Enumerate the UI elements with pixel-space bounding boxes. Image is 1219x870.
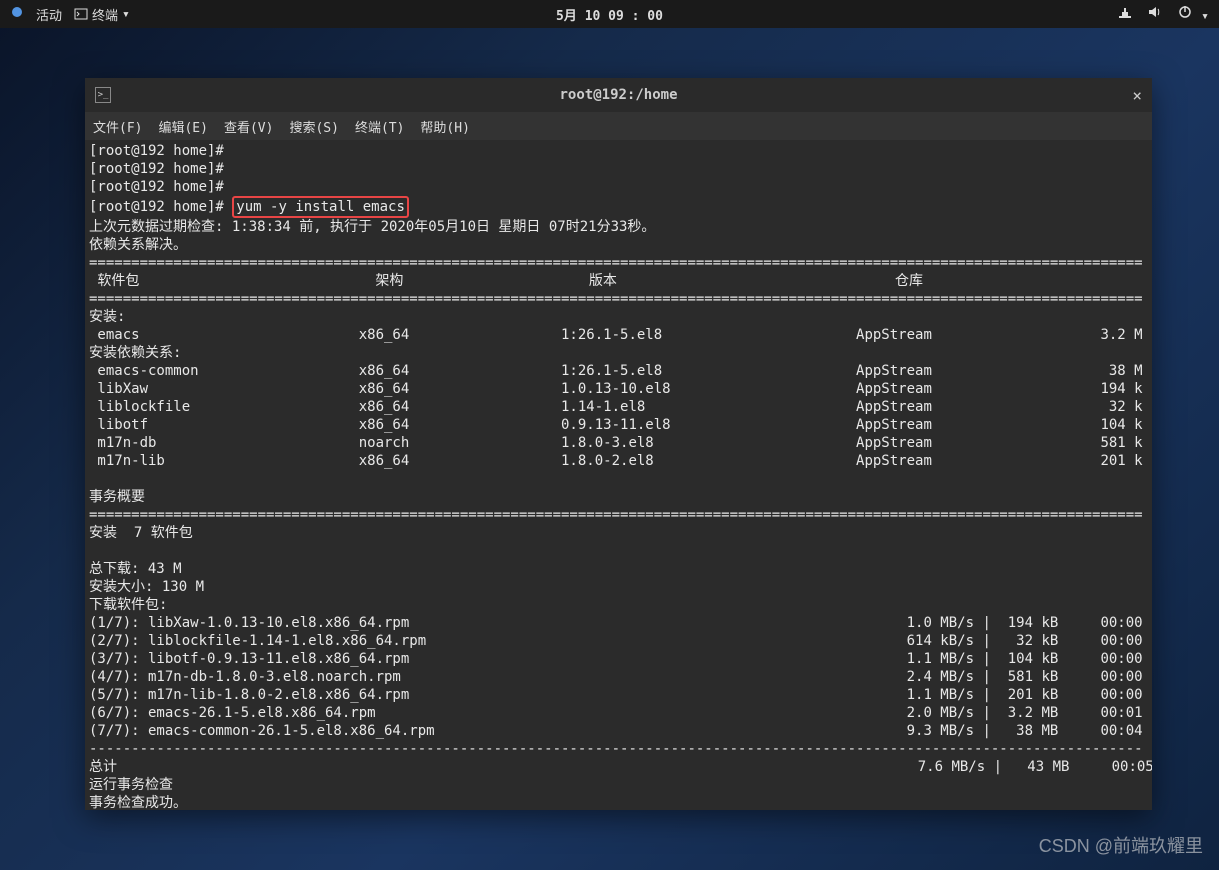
terminal-app-label: 终端 <box>92 5 118 24</box>
terminal-icon: >_ <box>95 87 111 103</box>
terminal-output[interactable]: [root@192 home]# [root@192 home]# [root@… <box>85 140 1152 810</box>
menu-help[interactable]: 帮助(H) <box>420 117 469 136</box>
menu-file[interactable]: 文件(F) <box>93 117 142 136</box>
menu-terminal[interactable]: 终端(T) <box>355 117 404 136</box>
menubar: 文件(F) 编辑(E) 查看(V) 搜索(S) 终端(T) 帮助(H) <box>85 112 1152 140</box>
menu-view[interactable]: 查看(V) <box>224 117 273 136</box>
window-title: root@192:/home <box>559 87 677 103</box>
chevron-down-icon: ▾ <box>122 7 130 22</box>
power-icon[interactable]: ▾ <box>1177 4 1209 24</box>
gnome-topbar: 活动 终端 ▾ 5月 10 09 : 00 ▾ <box>0 0 1219 28</box>
volume-icon[interactable] <box>1147 4 1163 24</box>
menu-search[interactable]: 搜索(S) <box>289 117 338 136</box>
topbar-right: ▾ <box>1117 4 1209 24</box>
activities-label[interactable]: 活动 <box>36 5 62 24</box>
network-icon[interactable] <box>1117 4 1133 24</box>
window-titlebar[interactable]: >_ root@192:/home × <box>85 78 1152 112</box>
activities-icon[interactable] <box>10 5 24 23</box>
terminal-app-indicator[interactable]: 终端 ▾ <box>74 5 130 24</box>
terminal-window: >_ root@192:/home × 文件(F) 编辑(E) 查看(V) 搜索… <box>85 78 1152 810</box>
close-button[interactable]: × <box>1132 86 1142 105</box>
topbar-left: 活动 终端 ▾ <box>10 5 130 24</box>
menu-edit[interactable]: 编辑(E) <box>158 117 207 136</box>
clock[interactable]: 5月 10 09 : 00 <box>556 5 663 24</box>
watermark: CSDN @前端玖耀里 <box>1039 832 1203 858</box>
